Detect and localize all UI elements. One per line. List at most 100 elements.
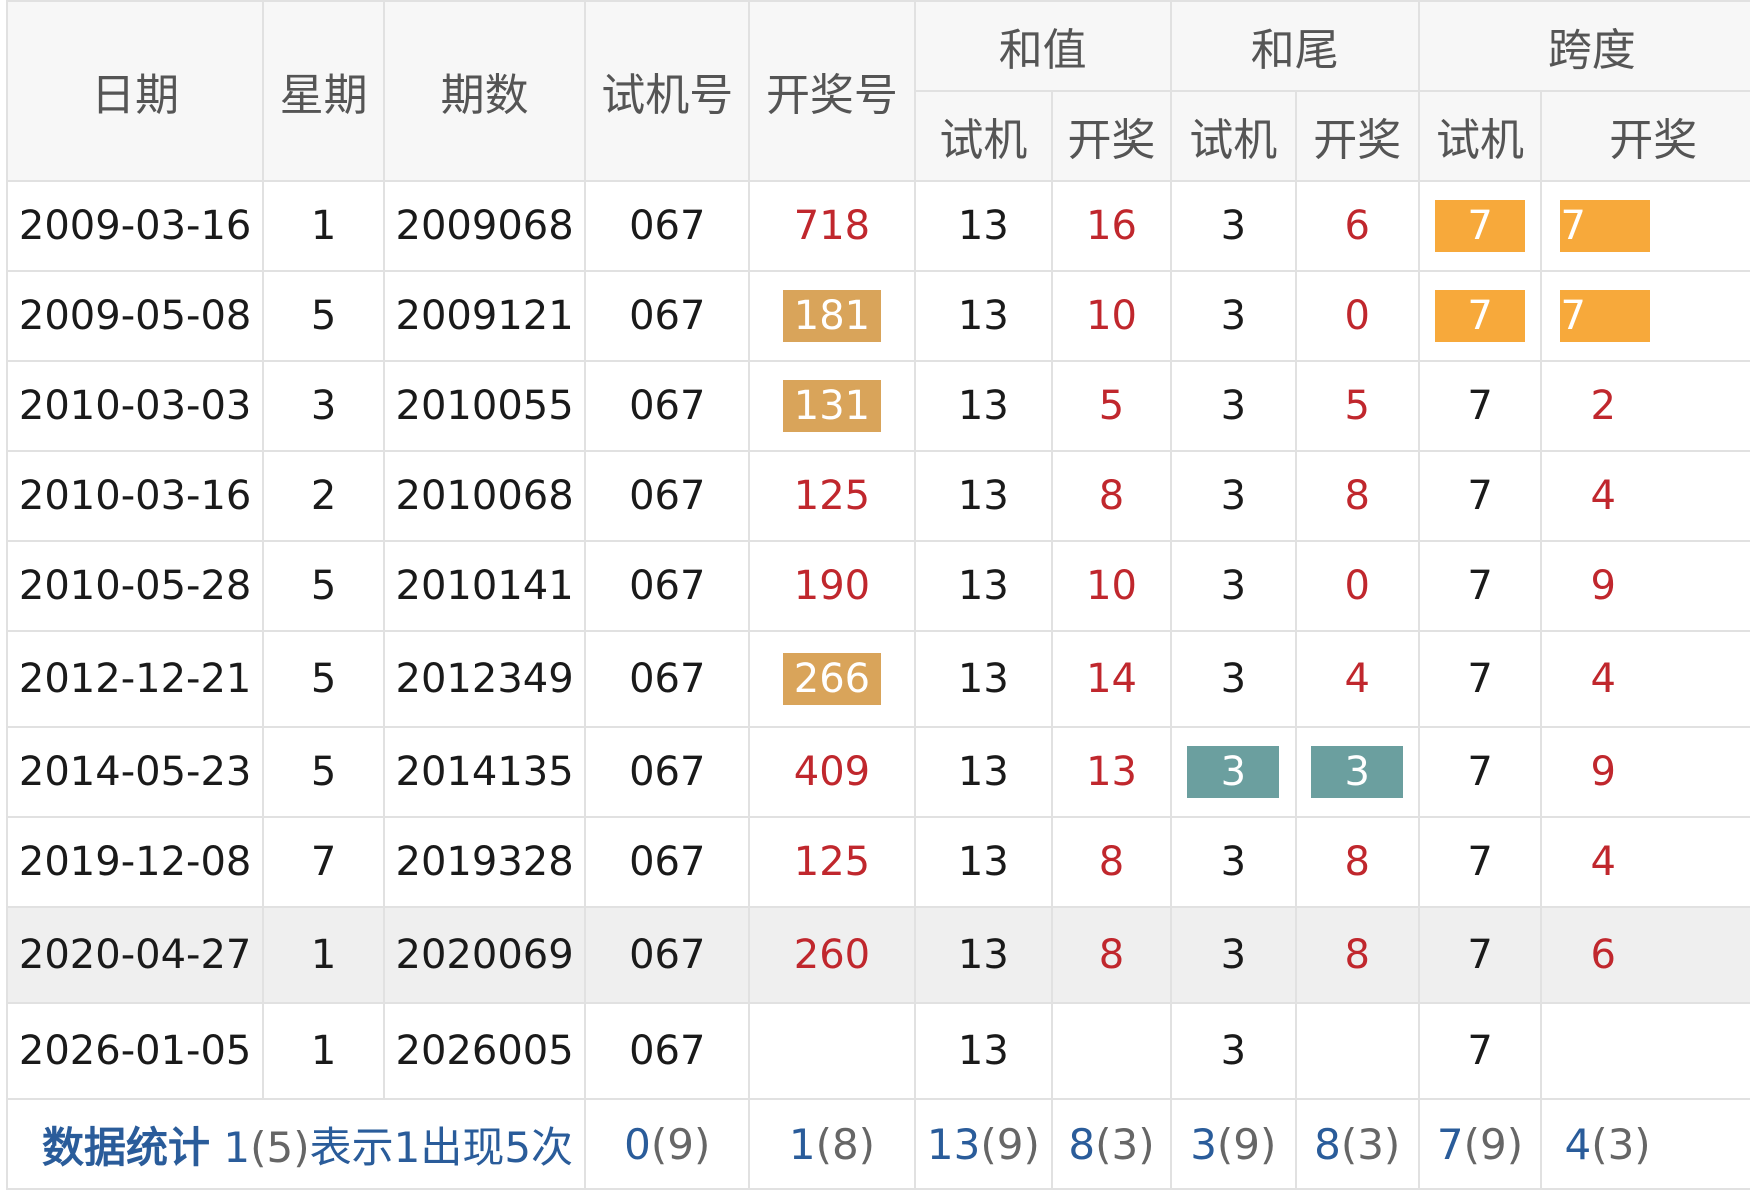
stat-count: (3) <box>1340 1119 1401 1169</box>
stats-sum-test-cell: 13(9) <box>913 1098 1054 1190</box>
date-cell: 2010-03-16 <box>5 450 265 542</box>
stats-footer: 数据统计 1(5)表示1出现5次 0(9) 1(8) 13(9) 8(3) 3(… <box>5 1098 1750 1190</box>
draw-number-cell: 190 <box>748 540 916 632</box>
test-number-cell: 067 <box>584 1002 751 1100</box>
stat-value: 8 <box>1314 1119 1341 1169</box>
table-header: 日期 星期 期数 试机号 开奖号 和值 和尾 跨度 试机 开奖 试机 开奖 试机… <box>5 0 1750 182</box>
test-number-cell: 067 <box>584 906 751 1004</box>
sum-test-cell: 13 <box>913 360 1054 452</box>
span-draw-cell: 4 <box>1540 630 1750 728</box>
header-sum[interactable]: 和值 <box>913 0 1172 92</box>
header-test-number[interactable]: 试机号 <box>584 0 751 182</box>
header-tail-test[interactable]: 试机 <box>1169 90 1297 182</box>
sum-draw-cell <box>1051 1002 1172 1100</box>
stat-count: (8) <box>815 1119 876 1169</box>
stat-value: 8 <box>1068 1119 1096 1169</box>
span-draw-cell: 2 <box>1540 360 1750 452</box>
sum-draw-cell: 8 <box>1051 906 1172 1004</box>
weekday-cell: 2 <box>262 450 385 542</box>
stats-label-cell: 数据统计 1(5)表示1出现5次 <box>5 1098 587 1190</box>
tail-draw-cell: 0 <box>1294 540 1420 632</box>
tail-test-cell: 3 <box>1169 816 1297 908</box>
date-cell: 2012-12-21 <box>5 630 265 728</box>
sum-draw-cell: 10 <box>1051 540 1172 632</box>
weekday-cell: 5 <box>262 726 385 818</box>
span-draw-cell: 6 <box>1540 906 1750 1004</box>
sum-draw-cell: 13 <box>1051 726 1172 818</box>
header-weekday[interactable]: 星期 <box>262 0 385 182</box>
table-row: 2010-03-03 3 2010055 067 131 13 5 3 5 7 … <box>5 360 1750 452</box>
date-cell: 2009-03-16 <box>5 180 265 272</box>
stat-value: 3 <box>1190 1119 1217 1169</box>
table-row: 2009-05-08 5 2009121 067 181 13 10 3 0 7… <box>5 270 1750 362</box>
draw-number-cell: 125 <box>748 450 916 542</box>
stat-value: 7 <box>1436 1119 1464 1169</box>
date-cell: 2026-01-05 <box>5 1002 265 1100</box>
header-draw-number[interactable]: 开奖号 <box>748 0 916 182</box>
header-sum-test[interactable]: 试机 <box>913 90 1054 182</box>
weekday-cell: 3 <box>262 360 385 452</box>
results-page: 日期 星期 期数 试机号 开奖号 和值 和尾 跨度 试机 开奖 试机 开奖 试机… <box>0 0 1750 1195</box>
period-cell: 2010141 <box>382 540 587 632</box>
period-cell: 2009121 <box>382 270 587 362</box>
sum-draw-cell: 8 <box>1051 450 1172 542</box>
tail-test-cell: 3 <box>1169 450 1297 542</box>
test-number-cell: 067 <box>584 630 751 728</box>
stat-count: (9) <box>980 1119 1040 1169</box>
header-sum-tail[interactable]: 和尾 <box>1169 0 1420 92</box>
weekday-cell: 1 <box>262 906 385 1004</box>
sum-test-cell: 13 <box>913 180 1054 272</box>
sum-draw-cell: 5 <box>1051 360 1172 452</box>
table-body: 2009-03-16 1 2009068 067 718 13 16 3 6 7… <box>5 180 1750 1100</box>
stats-draw-cell: 1(8) <box>748 1098 916 1190</box>
table-row: 2009-03-16 1 2009068 067 718 13 16 3 6 7… <box>5 180 1750 272</box>
sum-test-cell: 13 <box>913 906 1054 1004</box>
draw-number-cell: 409 <box>748 726 916 818</box>
span-test-cell: 7 <box>1417 726 1543 818</box>
stats-test-cell: 0(9) <box>584 1098 751 1190</box>
tail-draw-cell: 4 <box>1294 630 1420 728</box>
sum-draw-cell: 10 <box>1051 270 1172 362</box>
span-draw-cell: 4 <box>1540 816 1750 908</box>
stats-sum-draw-cell: 8(3) <box>1051 1098 1172 1190</box>
header-span-test[interactable]: 试机 <box>1417 90 1543 182</box>
date-cell: 2020-04-27 <box>5 906 265 1004</box>
table-row: 2010-05-28 5 2010141 067 190 13 10 3 0 7… <box>5 540 1750 632</box>
period-cell: 2026005 <box>382 1002 587 1100</box>
weekday-cell: 1 <box>262 180 385 272</box>
match-badge: 7 <box>1560 200 1651 252</box>
tail-draw-cell: 3 <box>1294 726 1420 818</box>
span-draw-cell: 7 <box>1540 180 1750 272</box>
test-number-cell: 067 <box>584 726 751 818</box>
draw-number-cell: 181 <box>748 270 916 362</box>
header-date[interactable]: 日期 <box>5 0 265 182</box>
stat-value: 1 <box>788 1119 816 1169</box>
stat-count: (9) <box>1216 1119 1277 1169</box>
period-cell: 2010068 <box>382 450 587 542</box>
tail-draw-cell: 8 <box>1294 450 1420 542</box>
period-cell: 2014135 <box>382 726 587 818</box>
test-number-cell: 067 <box>584 816 751 908</box>
span-test-cell: 7 <box>1417 906 1543 1004</box>
table-row: 2012-12-21 5 2012349 067 266 13 14 3 4 7… <box>5 630 1750 728</box>
header-period[interactable]: 期数 <box>382 0 587 182</box>
header-span-draw[interactable]: 开奖 <box>1540 90 1750 182</box>
test-number-cell: 067 <box>584 360 751 452</box>
span-test-cell: 7 <box>1417 540 1543 632</box>
header-sum-draw[interactable]: 开奖 <box>1051 90 1172 182</box>
span-test-cell: 7 <box>1417 270 1543 362</box>
stats-hint-paren: (5) <box>250 1122 310 1172</box>
test-number-cell: 067 <box>584 540 751 632</box>
span-test-cell: 7 <box>1417 450 1543 542</box>
span-test-cell: 7 <box>1417 816 1543 908</box>
tail-test-cell: 3 <box>1169 540 1297 632</box>
stats-span-test-cell: 7(9) <box>1417 1098 1543 1190</box>
header-span[interactable]: 跨度 <box>1417 0 1750 92</box>
weekday-cell: 5 <box>262 270 385 362</box>
header-tail-draw[interactable]: 开奖 <box>1294 90 1420 182</box>
span-test-cell: 7 <box>1417 360 1543 452</box>
period-cell: 2019328 <box>382 816 587 908</box>
date-cell: 2019-12-08 <box>5 816 265 908</box>
span-test-cell: 7 <box>1417 1002 1543 1100</box>
tail-test-cell: 3 <box>1169 726 1297 818</box>
